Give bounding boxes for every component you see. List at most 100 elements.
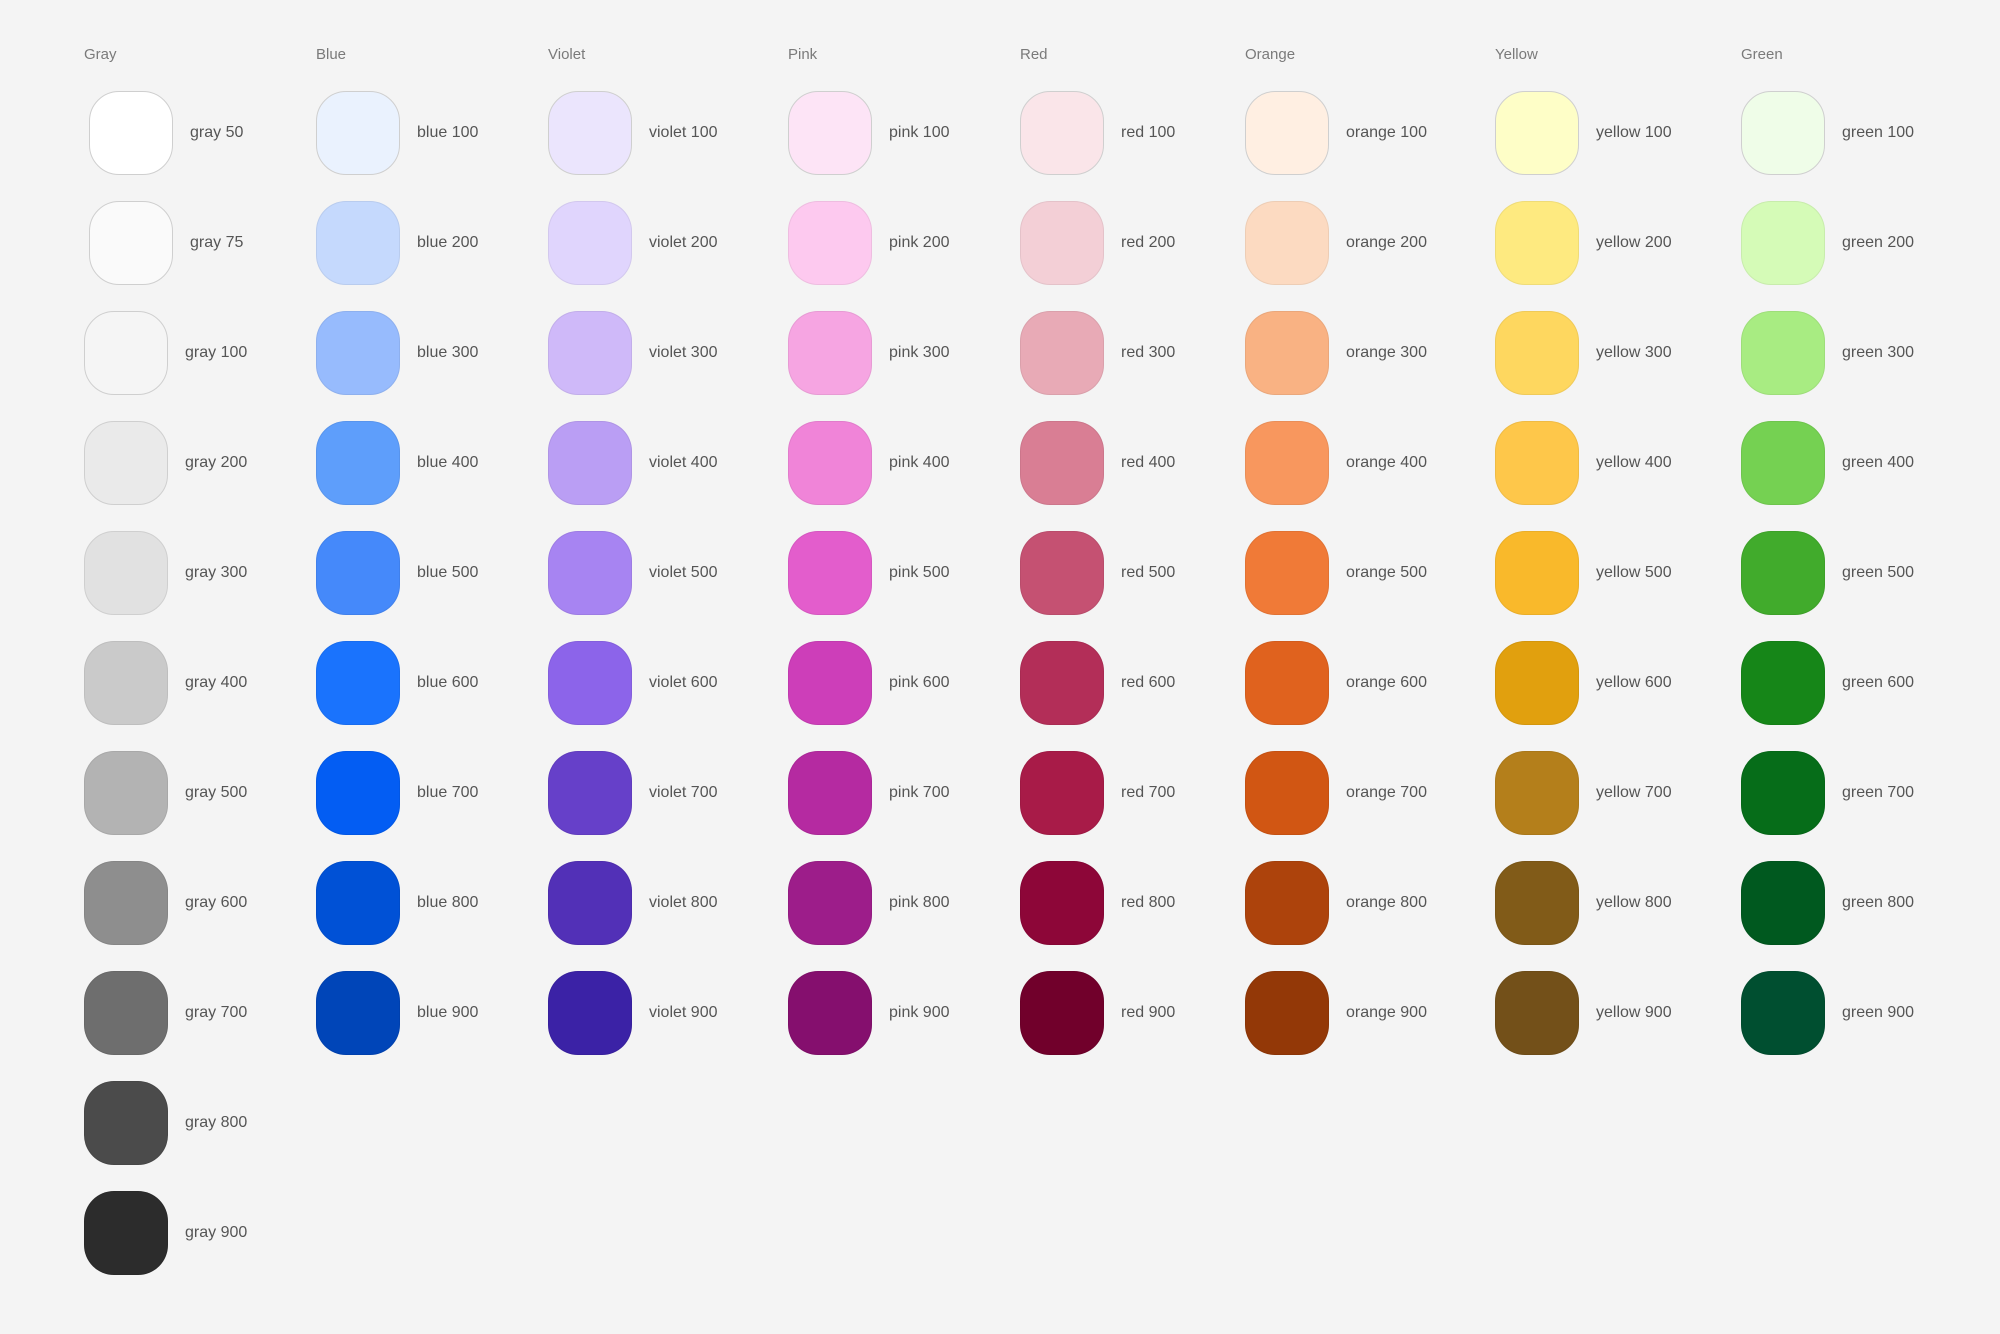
color-swatch[interactable] <box>1741 311 1825 395</box>
color-swatch[interactable] <box>316 971 400 1055</box>
color-swatch[interactable] <box>84 1191 168 1275</box>
swatch-item[interactable]: violet 600 <box>548 641 718 725</box>
swatch-item[interactable]: yellow 700 <box>1495 751 1672 835</box>
color-swatch[interactable] <box>84 861 168 945</box>
swatch-item[interactable]: yellow 800 <box>1495 861 1672 945</box>
color-swatch[interactable] <box>89 91 173 175</box>
swatch-item[interactable]: orange 200 <box>1245 201 1427 285</box>
swatch-item[interactable]: yellow 500 <box>1495 531 1672 615</box>
swatch-item[interactable]: red 200 <box>1020 201 1175 285</box>
color-swatch[interactable] <box>316 531 400 615</box>
swatch-item[interactable]: violet 900 <box>548 971 718 1055</box>
color-swatch[interactable] <box>788 311 872 395</box>
swatch-item[interactable]: red 400 <box>1020 421 1175 505</box>
swatch-item[interactable]: blue 700 <box>316 751 478 835</box>
color-swatch[interactable] <box>1245 421 1329 505</box>
color-swatch[interactable] <box>1020 531 1104 615</box>
swatch-item[interactable]: blue 500 <box>316 531 478 615</box>
swatch-item[interactable]: green 200 <box>1741 201 1914 285</box>
color-swatch[interactable] <box>1741 641 1825 725</box>
color-swatch[interactable] <box>1020 311 1104 395</box>
color-swatch[interactable] <box>548 421 632 505</box>
swatch-item[interactable]: red 300 <box>1020 311 1175 395</box>
color-swatch[interactable] <box>1741 861 1825 945</box>
swatch-item[interactable]: gray 900 <box>84 1191 247 1275</box>
swatch-item[interactable]: blue 400 <box>316 421 478 505</box>
color-swatch[interactable] <box>1245 201 1329 285</box>
swatch-item[interactable]: pink 400 <box>788 421 950 505</box>
color-swatch[interactable] <box>1245 861 1329 945</box>
color-swatch[interactable] <box>84 1081 168 1165</box>
swatch-item[interactable]: violet 400 <box>548 421 718 505</box>
color-swatch[interactable] <box>1495 421 1579 505</box>
swatch-item[interactable]: green 800 <box>1741 861 1914 945</box>
swatch-item[interactable]: green 500 <box>1741 531 1914 615</box>
color-swatch[interactable] <box>1495 201 1579 285</box>
color-swatch[interactable] <box>1020 641 1104 725</box>
swatch-item[interactable]: blue 200 <box>316 201 478 285</box>
swatch-item[interactable]: violet 700 <box>548 751 718 835</box>
color-swatch[interactable] <box>84 751 168 835</box>
swatch-item[interactable]: red 100 <box>1020 91 1175 175</box>
swatch-item[interactable]: violet 300 <box>548 311 718 395</box>
color-swatch[interactable] <box>788 971 872 1055</box>
swatch-item[interactable]: pink 500 <box>788 531 950 615</box>
color-swatch[interactable] <box>84 421 168 505</box>
swatch-item[interactable]: orange 900 <box>1245 971 1427 1055</box>
color-swatch[interactable] <box>84 641 168 725</box>
swatch-item[interactable]: red 700 <box>1020 751 1175 835</box>
swatch-item[interactable]: green 100 <box>1741 91 1914 175</box>
swatch-item[interactable]: violet 800 <box>548 861 718 945</box>
swatch-item[interactable]: pink 800 <box>788 861 950 945</box>
color-swatch[interactable] <box>548 861 632 945</box>
color-swatch[interactable] <box>548 311 632 395</box>
swatch-item[interactable]: green 600 <box>1741 641 1914 725</box>
swatch-item[interactable]: orange 600 <box>1245 641 1427 725</box>
color-swatch[interactable] <box>788 531 872 615</box>
color-swatch[interactable] <box>548 531 632 615</box>
color-swatch[interactable] <box>316 641 400 725</box>
swatch-item[interactable]: gray 400 <box>84 641 247 725</box>
color-swatch[interactable] <box>1020 861 1104 945</box>
color-swatch[interactable] <box>316 311 400 395</box>
color-swatch[interactable] <box>1020 421 1104 505</box>
color-swatch[interactable] <box>316 91 400 175</box>
swatch-item[interactable]: gray 75 <box>89 201 243 285</box>
swatch-item[interactable]: pink 900 <box>788 971 950 1055</box>
swatch-item[interactable]: blue 100 <box>316 91 478 175</box>
swatch-item[interactable]: green 300 <box>1741 311 1914 395</box>
color-swatch[interactable] <box>1020 201 1104 285</box>
swatch-item[interactable]: pink 300 <box>788 311 950 395</box>
color-swatch[interactable] <box>1495 971 1579 1055</box>
color-swatch[interactable] <box>316 421 400 505</box>
swatch-item[interactable]: gray 800 <box>84 1081 247 1165</box>
swatch-item[interactable]: blue 800 <box>316 861 478 945</box>
color-swatch[interactable] <box>1495 311 1579 395</box>
swatch-item[interactable]: pink 100 <box>788 91 950 175</box>
swatch-item[interactable]: yellow 900 <box>1495 971 1672 1055</box>
color-swatch[interactable] <box>548 201 632 285</box>
swatch-item[interactable]: gray 100 <box>84 311 247 395</box>
color-swatch[interactable] <box>1741 91 1825 175</box>
swatch-item[interactable]: orange 800 <box>1245 861 1427 945</box>
color-swatch[interactable] <box>316 201 400 285</box>
swatch-item[interactable]: blue 600 <box>316 641 478 725</box>
swatch-item[interactable]: red 600 <box>1020 641 1175 725</box>
swatch-item[interactable]: orange 400 <box>1245 421 1427 505</box>
color-swatch[interactable] <box>1741 751 1825 835</box>
swatch-item[interactable]: violet 500 <box>548 531 718 615</box>
color-swatch[interactable] <box>788 861 872 945</box>
swatch-item[interactable]: green 400 <box>1741 421 1914 505</box>
swatch-item[interactable]: violet 200 <box>548 201 718 285</box>
swatch-item[interactable]: orange 500 <box>1245 531 1427 615</box>
color-swatch[interactable] <box>1495 91 1579 175</box>
color-swatch[interactable] <box>89 201 173 285</box>
color-swatch[interactable] <box>1245 91 1329 175</box>
color-swatch[interactable] <box>316 861 400 945</box>
swatch-item[interactable]: red 900 <box>1020 971 1175 1055</box>
swatch-item[interactable]: gray 200 <box>84 421 247 505</box>
color-swatch[interactable] <box>1495 641 1579 725</box>
color-swatch[interactable] <box>1245 971 1329 1055</box>
color-swatch[interactable] <box>788 201 872 285</box>
swatch-item[interactable]: yellow 200 <box>1495 201 1672 285</box>
